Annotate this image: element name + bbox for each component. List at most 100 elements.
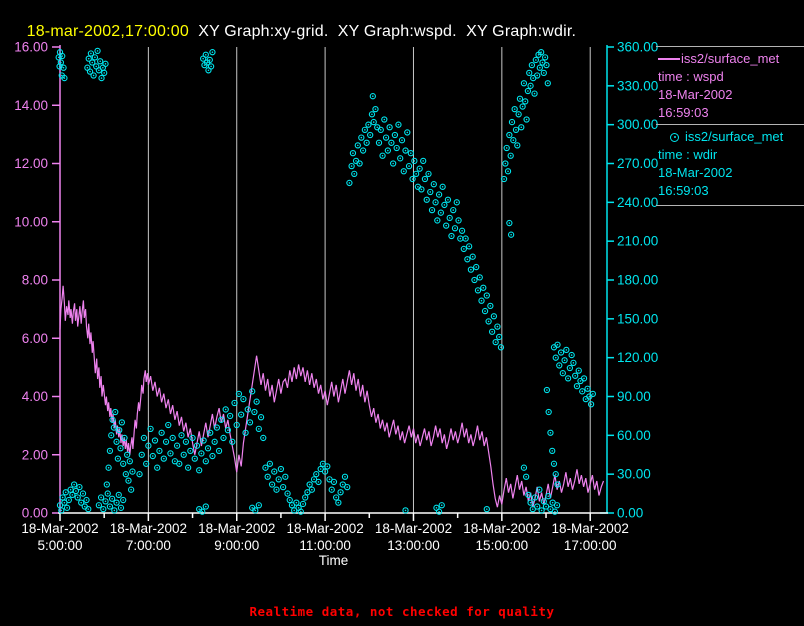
wdir-point-dot bbox=[169, 452, 172, 455]
left-axis-tick-label: 4.00 bbox=[22, 389, 48, 404]
wdir-point-dot bbox=[208, 59, 211, 61]
wdir-point-dot bbox=[87, 508, 90, 510]
wdir-point-dot bbox=[510, 233, 512, 236]
wdir-point-dot bbox=[311, 488, 313, 491]
wdir-point-dot bbox=[534, 496, 536, 499]
wdir-point-dot bbox=[404, 149, 407, 152]
wdir-point-dot bbox=[517, 113, 520, 116]
wdir-point-dot bbox=[227, 429, 229, 431]
wdir-point-dot bbox=[480, 299, 483, 302]
wdir-point-dot bbox=[191, 437, 194, 439]
xy-graph-window: 18-mar-2002,17:00:00 XY Graph:xy-grid. X… bbox=[0, 0, 804, 626]
wdir-point-dot bbox=[482, 286, 485, 289]
wdir-point-dot bbox=[415, 173, 417, 175]
wdir-point-dot bbox=[429, 191, 432, 193]
wdir-point-dot bbox=[126, 453, 128, 456]
wdir-point-dot bbox=[457, 219, 460, 222]
wdir-point-dot bbox=[378, 141, 380, 144]
wdir-point-dot bbox=[493, 315, 495, 318]
wdir-point-dot bbox=[496, 325, 499, 328]
wdir-point-dot bbox=[549, 431, 552, 434]
wdir-point-dot bbox=[376, 126, 379, 129]
wdir-point-dot bbox=[556, 343, 559, 346]
wspd-left-axis: 16.00 14.00 12.00 10.00 8.00 6.00 4.00 2.00 0.00 bbox=[14, 40, 61, 521]
wdir-point-dot bbox=[271, 483, 273, 486]
wdir-point-dot bbox=[115, 501, 118, 504]
wdir-point-dot bbox=[360, 136, 363, 139]
wdir-point-dot bbox=[435, 507, 438, 509]
wdir-point-dot bbox=[447, 198, 449, 201]
right-axis-tick-label: 330.00 bbox=[617, 78, 658, 93]
wdir-point-dot bbox=[242, 398, 245, 400]
wdir-point-dot bbox=[491, 330, 493, 333]
left-axis-tick-label: 16.00 bbox=[14, 40, 48, 55]
wdir-point-dot bbox=[371, 113, 373, 116]
wspd-line-icon bbox=[658, 58, 680, 60]
wdir-point-dot bbox=[300, 510, 302, 513]
wdir-point-dot bbox=[92, 74, 95, 77]
wdir-point-dot bbox=[62, 66, 65, 69]
legend-wspd-source: iss2/surface_met bbox=[681, 51, 780, 66]
wdir-point-dot bbox=[554, 510, 556, 513]
wdir-point-dot bbox=[147, 444, 150, 447]
right-axis-tick-label: 210.00 bbox=[617, 234, 658, 249]
legend-wdir-date: 18-Mar-2002 bbox=[658, 165, 733, 180]
wdir-point-dot bbox=[231, 441, 234, 443]
wdir-point-dot bbox=[533, 92, 536, 95]
right-axis-tick-label: 180.00 bbox=[617, 273, 658, 288]
wdir-point-dot bbox=[584, 398, 587, 400]
wdir-point-dot bbox=[107, 466, 110, 469]
wdir-point-dot bbox=[210, 65, 212, 68]
wdir-point-dot bbox=[577, 369, 580, 372]
wdir-point-dot bbox=[540, 509, 543, 512]
wdir-point-dot bbox=[529, 85, 532, 87]
wdir-point-dot bbox=[82, 492, 84, 495]
left-axis-tick-label: 10.00 bbox=[14, 214, 48, 229]
wdir-point-dot bbox=[282, 486, 284, 488]
wdir-point-dot bbox=[260, 416, 262, 419]
wdir-point-dot bbox=[131, 470, 134, 473]
wdir-point-dot bbox=[200, 452, 203, 455]
wdir-point-dot bbox=[315, 473, 318, 475]
time-bottom-axis: 18-Mar-2002 5:00:00 18-Mar-2002 7:00:00 18-M… bbox=[21, 512, 629, 553]
wdir-point-dot bbox=[202, 439, 205, 442]
wdir-point-dot bbox=[111, 419, 114, 421]
wdir-point-dot bbox=[574, 374, 576, 377]
wdir-point-dot bbox=[238, 393, 240, 395]
wdir-point-dot bbox=[438, 510, 440, 513]
wdir-point-dot bbox=[392, 162, 394, 165]
wdir-point-dot bbox=[189, 450, 192, 452]
wdir-point-dot bbox=[59, 504, 61, 507]
wdir-point-dot bbox=[211, 51, 214, 53]
wdir-point-dot bbox=[258, 428, 260, 430]
wdir-point-dot bbox=[291, 504, 293, 507]
wdir-point-dot bbox=[317, 481, 320, 483]
wdir-right-axis: 360.00 330.00 300.00 270.00 240.00 210.00 180.… bbox=[600, 40, 658, 521]
wdir-point-dot bbox=[60, 509, 63, 512]
wdir-point-dot bbox=[539, 66, 541, 69]
wdir-point-dot bbox=[352, 152, 354, 154]
wdir-point-dot bbox=[397, 123, 400, 126]
wdir-point-dot bbox=[560, 351, 562, 354]
wdir-point-dot bbox=[80, 501, 83, 504]
legend-wspd-time: 16:59:03 bbox=[658, 105, 709, 120]
wdir-point-dot bbox=[532, 77, 535, 79]
wdir-point-dot bbox=[117, 457, 119, 460]
wdir-point-dot bbox=[540, 51, 542, 53]
wdir-point-dot bbox=[264, 466, 267, 469]
wdir-point-dot bbox=[220, 419, 223, 421]
wdir-point-dot bbox=[374, 108, 377, 110]
wdir-point-dot bbox=[576, 385, 578, 387]
legend-wdir-source: iss2/surface_met bbox=[685, 129, 784, 144]
legend-box: iss2/surface_met time : wspd 18-Mar-2002… bbox=[656, 46, 804, 206]
wdir-point-dot bbox=[251, 390, 254, 393]
wdir-point-dot bbox=[348, 182, 351, 184]
wdir-point-dot bbox=[185, 441, 187, 443]
wdir-point-dot bbox=[529, 501, 532, 504]
wdir-point-dot bbox=[266, 475, 269, 478]
wdir-point-dot bbox=[91, 61, 94, 64]
wdir-point-dot bbox=[115, 441, 118, 443]
wdir-point-dot bbox=[61, 55, 64, 57]
wdir-point-dot bbox=[284, 475, 287, 478]
wdir-point-dot bbox=[99, 60, 102, 63]
